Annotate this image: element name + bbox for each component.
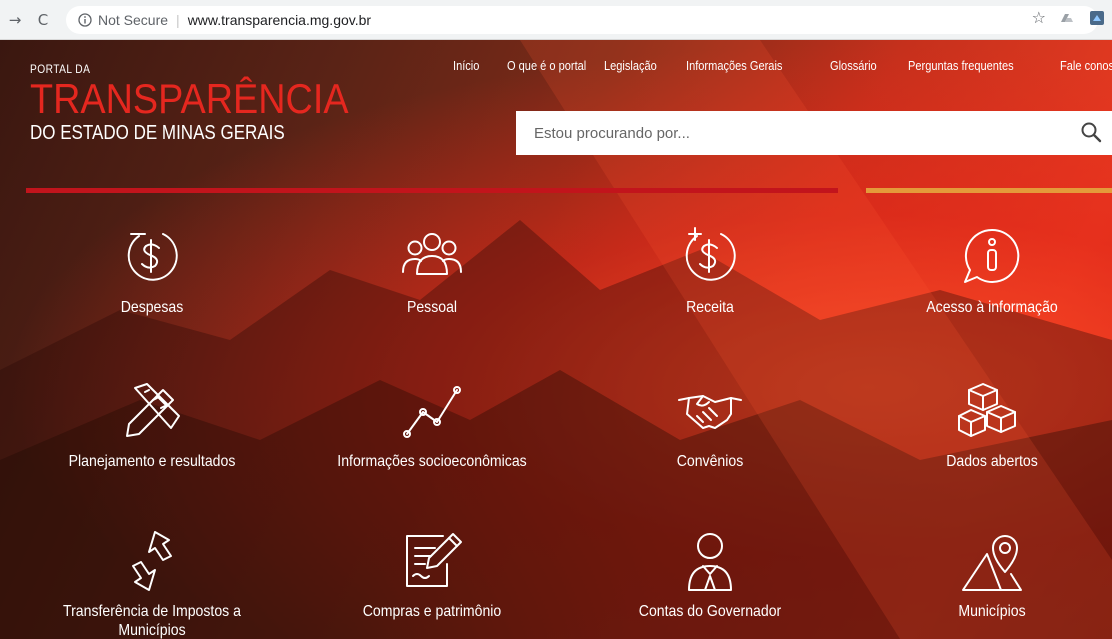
bookmark-star-icon[interactable]: ☆ (1032, 8, 1046, 27)
money-plus-icon (685, 227, 736, 281)
tile-label: Planejamento e resultados (68, 453, 236, 470)
search-box (516, 111, 1112, 155)
tile-label: Despesas (120, 299, 184, 316)
people-icon (402, 233, 462, 275)
handshake-icon (678, 395, 742, 429)
omnibox-divider: | (176, 12, 180, 28)
tile-convenios[interactable]: Convênios (580, 376, 840, 471)
forward-icon[interactable]: → (2, 7, 28, 33)
tile-label: Compras e patrimônio (362, 603, 502, 620)
extension-icon[interactable] (1088, 9, 1106, 27)
tile-label: Municípios (958, 603, 1026, 620)
transfer-arrows-icon (132, 531, 172, 591)
logo-line-state: DO ESTADO DE MINAS GERAIS (30, 122, 285, 144)
tile-label: Convênios (676, 453, 744, 470)
tile-planejamento-e-resultados[interactable]: Planejamento e resultados (22, 376, 282, 471)
divider-red (26, 188, 838, 193)
cubes-icon (958, 383, 1016, 437)
tile-label: Acesso à informação (926, 299, 1058, 316)
hero-section: PORTAL DA TRANSPARÊNCIA DO ESTADO DE MIN… (0, 40, 1112, 639)
search-icon[interactable] (1080, 121, 1102, 143)
pencil-ruler-icon (126, 383, 180, 437)
tile-compras-e-patrimonio[interactable]: Compras e patrimônio (302, 526, 562, 621)
tile-municipios[interactable]: Municípios (862, 526, 1112, 621)
line-chart-icon (403, 386, 461, 438)
tile-pessoal[interactable]: Pessoal (302, 222, 562, 317)
governor-icon (688, 533, 732, 591)
tile-label: Dados abertos (946, 453, 1038, 470)
tile-contas-do-governador[interactable]: Contas do Governador (580, 526, 840, 621)
browser-toolbar: → C Not Secure | www.transparencia.mg.go… (0, 0, 1112, 40)
tile-label: Pessoal (406, 299, 458, 316)
map-pin-icon (962, 535, 1022, 591)
nav-glossario[interactable]: Glossário (830, 58, 877, 73)
tile-dados-abertos[interactable]: Dados abertos (862, 376, 1112, 471)
info-bubble-icon (964, 228, 1020, 283)
tile-label: Contas do Governador (638, 603, 782, 620)
tile-label: Informações socioeconômicas (337, 453, 527, 470)
tile-despesas[interactable]: Despesas (22, 222, 282, 317)
logo-line-portal: PORTAL DA (30, 62, 91, 76)
nav-perguntas-frequentes[interactable]: Perguntas frequentes (908, 58, 1014, 73)
tile-receita[interactable]: Receita (580, 222, 840, 317)
security-label: Not Secure (98, 12, 169, 28)
tile-acesso-a-informacao[interactable]: Acesso à informação (862, 222, 1112, 317)
nav-o-que-e-o-portal[interactable]: O que é o portal (507, 58, 586, 73)
document-pen-icon (406, 533, 462, 587)
drive-extension-icon[interactable] (1058, 9, 1076, 27)
tile-label: Receita (686, 299, 734, 316)
tile-transferencia-de-impostos[interactable]: Transferência de Impostos a Municípios (22, 526, 282, 639)
reload-icon[interactable]: C (30, 7, 56, 33)
nav-informacoes-gerais[interactable]: Informações Gerais (686, 58, 782, 73)
url-text: www.transparencia.mg.gov.br (187, 12, 372, 28)
divider-orange (866, 188, 1112, 193)
portal-logo[interactable]: PORTAL DA TRANSPARÊNCIA DO ESTADO DE MIN… (30, 62, 384, 145)
info-circle-icon (78, 13, 92, 27)
search-input[interactable] (534, 124, 1074, 142)
nav-legislacao[interactable]: Legislação (604, 58, 657, 73)
security-indicator[interactable]: Not Secure (78, 12, 168, 28)
tile-informacoes-socioeconomicas[interactable]: Informações socioeconômicas (302, 376, 562, 471)
money-minus-icon (127, 233, 178, 281)
logo-line-transparencia: TRANSPARÊNCIA (30, 75, 349, 122)
nav-inicio[interactable]: Início (453, 58, 479, 73)
nav-fale-conosco[interactable]: Fale conosco (1060, 58, 1112, 73)
tile-label: Transferência de Impostos a Municípios (63, 603, 241, 639)
address-bar[interactable]: Not Secure | www.transparencia.mg.gov.br (66, 6, 1098, 34)
